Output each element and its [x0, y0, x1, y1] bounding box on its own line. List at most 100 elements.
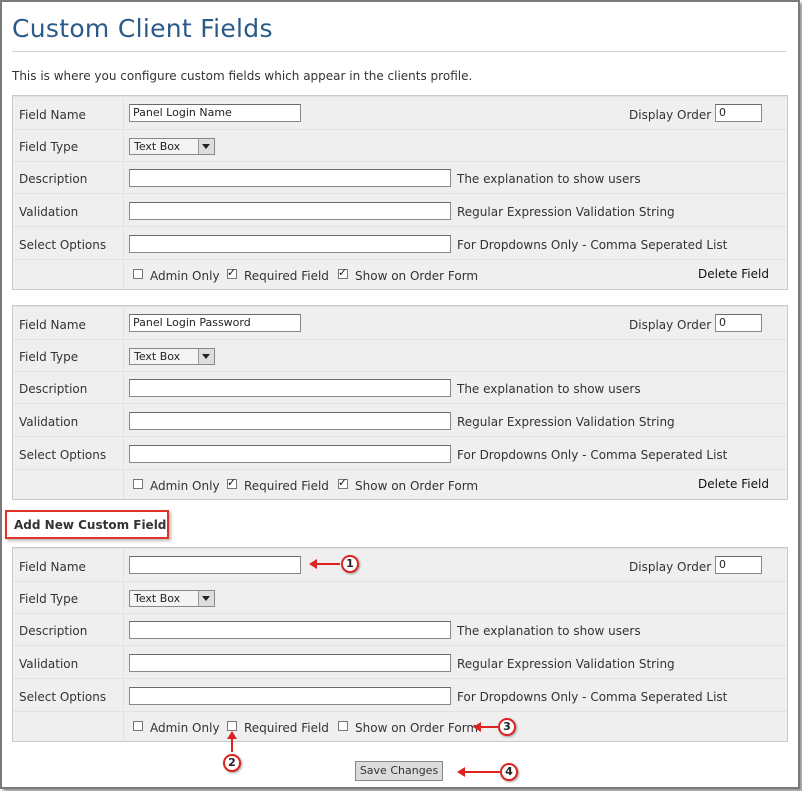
required-field-checkbox[interactable] [227, 476, 237, 489]
custom-field-group-2: Field Name Display Order Field Type Text… [12, 305, 788, 500]
chevron-down-icon [198, 591, 214, 606]
display-order-input[interactable] [715, 104, 762, 122]
field-type-select[interactable]: Text Box [129, 138, 215, 155]
validation-hint: Regular Expression Validation String [457, 415, 675, 429]
show-on-order-form-label: Show on Order Form [355, 721, 479, 735]
required-field-label: Required Field [244, 269, 329, 283]
new-required-field-checkbox[interactable] [227, 721, 237, 731]
new-field-name-input[interactable] [129, 556, 301, 574]
select-options-row: Select Options For Dropdowns Only - Comm… [13, 436, 787, 470]
description-hint: The explanation to show users [457, 624, 641, 638]
field-name-row: Field Name Display Order [13, 96, 787, 130]
checkbox-row: Admin Only Required Field Show on Order … [13, 259, 787, 290]
description-label: Description [19, 172, 88, 186]
custom-field-group-1: Field Name Display Order Field Type Text… [12, 95, 788, 290]
description-input[interactable] [129, 379, 451, 397]
field-type-label: Field Type [19, 592, 79, 606]
page-title: Custom Client Fields [12, 14, 273, 43]
admin-only-label: Admin Only [150, 721, 220, 735]
validation-hint: Regular Expression Validation String [457, 657, 675, 671]
chevron-down-icon [198, 139, 214, 154]
show-on-order-form-checkbox[interactable] [338, 266, 348, 279]
field-type-row: Field Type Text Box [13, 581, 787, 614]
validation-hint: Regular Expression Validation String [457, 205, 675, 219]
field-name-input[interactable] [129, 314, 301, 332]
select-options-label: Select Options [19, 448, 107, 462]
checkbox-row: Admin Only Required Field Show on Order … [13, 469, 787, 500]
validation-label: Validation [19, 205, 79, 219]
select-options-input[interactable] [129, 235, 451, 253]
select-options-label: Select Options [19, 238, 107, 252]
description-row: Description The explanation to show user… [13, 371, 787, 404]
required-field-label: Required Field [244, 479, 329, 493]
description-row: Description The explanation to show user… [13, 613, 787, 646]
callout-arrow-4 [457, 767, 500, 777]
save-changes-button[interactable]: Save Changes [355, 761, 443, 781]
field-name-row: Field Name Display Order [13, 548, 787, 582]
description-label: Description [19, 382, 88, 396]
required-field-checkbox[interactable] [227, 266, 237, 279]
callout-badge-2: 2 [223, 754, 241, 772]
show-on-order-form-label: Show on Order Form [355, 479, 479, 493]
validation-row: Validation Regular Expression Validation… [13, 403, 787, 437]
new-description-input[interactable] [129, 621, 451, 639]
field-name-label: Field Name [19, 108, 86, 122]
callout-arrow-3 [473, 722, 498, 732]
page-intro: This is where you configure custom field… [12, 69, 473, 83]
new-select-options-input[interactable] [129, 687, 451, 705]
description-hint: The explanation to show users [457, 172, 641, 186]
field-type-select[interactable]: Text Box [129, 348, 215, 365]
callout-badge-4: 4 [500, 763, 518, 781]
field-type-value: Text Box [134, 592, 181, 605]
page-frame: Custom Client Fields This is where you c… [0, 0, 800, 789]
description-label: Description [19, 624, 88, 638]
field-type-label: Field Type [19, 350, 79, 364]
select-options-hint: For Dropdowns Only - Comma Seperated Lis… [457, 448, 728, 462]
field-type-value: Text Box [134, 140, 181, 153]
display-order-label: Display Order [629, 108, 712, 122]
validation-row: Validation Regular Expression Validation… [13, 645, 787, 679]
field-name-input[interactable] [129, 104, 301, 122]
description-input[interactable] [129, 169, 451, 187]
callout-badge-1: 1 [341, 555, 359, 573]
required-field-label: Required Field [244, 721, 329, 735]
admin-only-label: Admin Only [150, 269, 220, 283]
new-custom-field-group: Field Name Display Order Field Type Text… [12, 547, 788, 742]
callout-badge-3: 3 [498, 718, 516, 736]
validation-label: Validation [19, 415, 79, 429]
field-type-label: Field Type [19, 140, 79, 154]
select-options-label: Select Options [19, 690, 107, 704]
add-new-field-heading: Add New Custom Field [14, 518, 167, 532]
validation-input[interactable] [129, 202, 451, 220]
admin-only-checkbox[interactable] [133, 269, 143, 279]
title-divider [12, 51, 786, 52]
description-row: Description The explanation to show user… [13, 161, 787, 194]
display-order-label: Display Order [629, 560, 712, 574]
admin-only-checkbox[interactable] [133, 479, 143, 489]
delete-field-link[interactable]: Delete Field [698, 477, 769, 491]
description-hint: The explanation to show users [457, 382, 641, 396]
validation-label: Validation [19, 657, 79, 671]
display-order-label: Display Order [629, 318, 712, 332]
select-options-input[interactable] [129, 445, 451, 463]
checkbox-row: Admin Only Required Field Show on Order … [13, 711, 787, 742]
new-field-type-select[interactable]: Text Box [129, 590, 215, 607]
show-on-order-form-checkbox[interactable] [338, 476, 348, 489]
delete-field-link[interactable]: Delete Field [698, 267, 769, 281]
show-on-order-form-label: Show on Order Form [355, 269, 479, 283]
select-options-hint: For Dropdowns Only - Comma Seperated Lis… [457, 238, 728, 252]
new-admin-only-checkbox[interactable] [133, 721, 143, 731]
callout-arrow-1 [309, 559, 340, 569]
validation-input[interactable] [129, 412, 451, 430]
validation-row: Validation Regular Expression Validation… [13, 193, 787, 227]
select-options-hint: For Dropdowns Only - Comma Seperated Lis… [457, 690, 728, 704]
callout-arrow-2 [227, 731, 237, 752]
field-type-value: Text Box [134, 350, 181, 363]
new-display-order-input[interactable] [715, 556, 762, 574]
new-show-on-order-form-checkbox[interactable] [338, 721, 348, 731]
field-type-row: Field Type Text Box [13, 339, 787, 372]
new-validation-input[interactable] [129, 654, 451, 672]
field-name-label: Field Name [19, 318, 86, 332]
display-order-input[interactable] [715, 314, 762, 332]
add-new-field-highlight: Add New Custom Field [5, 510, 169, 539]
